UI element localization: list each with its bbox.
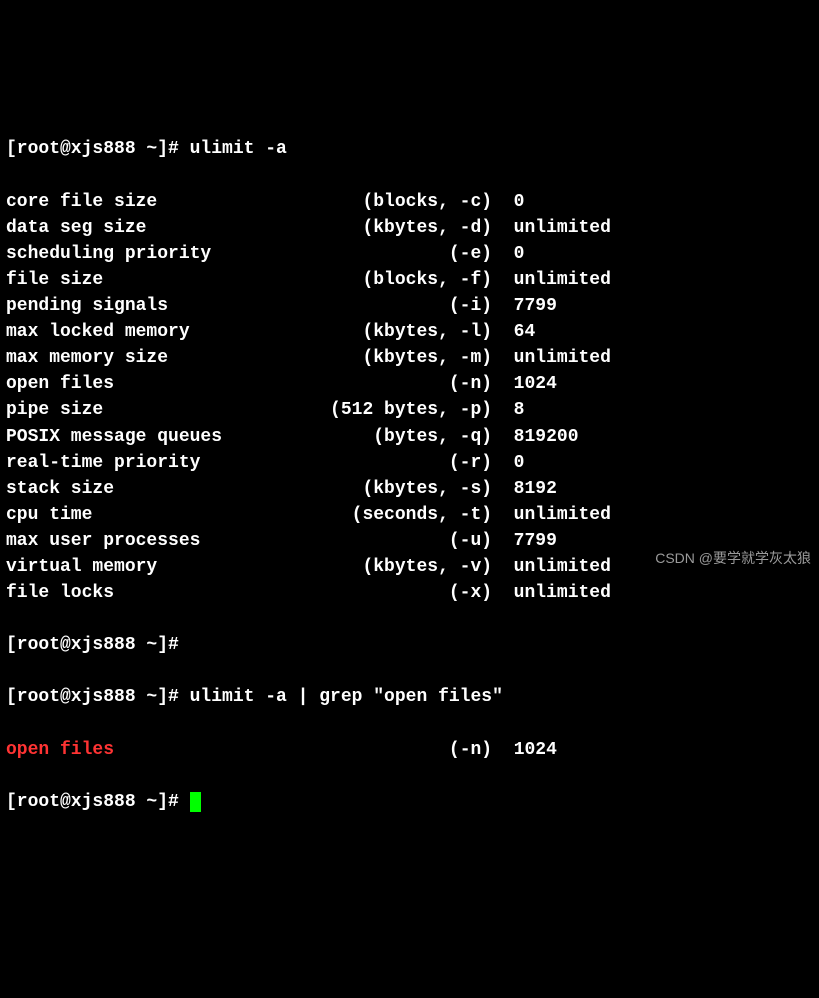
watermark-text: CSDN @要学就学灰太狼 bbox=[655, 548, 811, 568]
ulimit-row: open files (-n) 1024 bbox=[6, 371, 813, 397]
ulimit-table: core file size (blocks, -c) 0data seg si… bbox=[6, 189, 813, 607]
prompt-text: [root@xjs888 ~]# bbox=[6, 792, 190, 812]
prompt-line-cursor[interactable]: [root@xjs888 ~]# bbox=[6, 789, 813, 815]
ulimit-row: data seg size (kbytes, -d) unlimited bbox=[6, 215, 813, 241]
cursor-icon bbox=[190, 792, 201, 812]
ulimit-row: file locks (-x) unlimited bbox=[6, 580, 813, 606]
grep-result-line: open files (-n) 1024 bbox=[6, 737, 813, 763]
ulimit-row: max locked memory (kbytes, -l) 64 bbox=[6, 319, 813, 345]
ulimit-row: cpu time (seconds, -t) unlimited bbox=[6, 502, 813, 528]
prompt-line-grep: [root@xjs888 ~]# ulimit -a | grep "open … bbox=[6, 684, 813, 710]
prompt-line-empty[interactable]: [root@xjs888 ~]# bbox=[6, 632, 813, 658]
ulimit-row: max memory size (kbytes, -m) unlimited bbox=[6, 345, 813, 371]
ulimit-row: stack size (kbytes, -s) 8192 bbox=[6, 476, 813, 502]
ulimit-row: pending signals (-i) 7799 bbox=[6, 293, 813, 319]
grep-rest-text: (-n) 1024 bbox=[114, 740, 557, 760]
ulimit-row: file size (blocks, -f) unlimited bbox=[6, 267, 813, 293]
ulimit-row: pipe size (512 bytes, -p) 8 bbox=[6, 397, 813, 423]
grep-match-text: open files bbox=[6, 740, 114, 760]
ulimit-row: core file size (blocks, -c) 0 bbox=[6, 189, 813, 215]
ulimit-row: real-time priority (-r) 0 bbox=[6, 450, 813, 476]
terminal-output: [root@xjs888 ~]# ulimit -a core file siz… bbox=[6, 110, 813, 841]
prompt-line: [root@xjs888 ~]# ulimit -a bbox=[6, 136, 813, 162]
ulimit-row: POSIX message queues (bytes, -q) 819200 bbox=[6, 424, 813, 450]
ulimit-row: scheduling priority (-e) 0 bbox=[6, 241, 813, 267]
